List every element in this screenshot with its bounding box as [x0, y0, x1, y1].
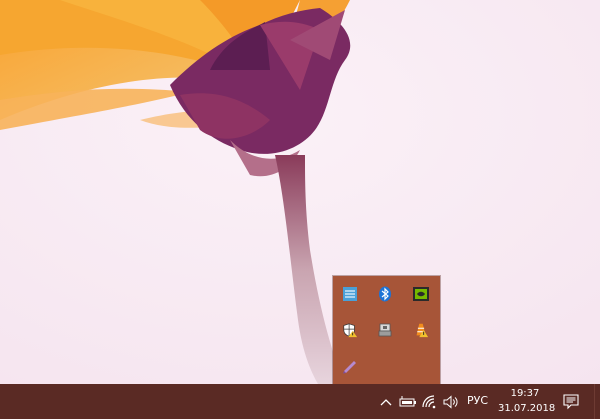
tray-overflow-panel: [333, 276, 440, 384]
clock-time: 19:37: [510, 388, 540, 399]
battery-icon[interactable]: [399, 393, 417, 411]
chevron-up-icon[interactable]: [377, 393, 395, 411]
action-center-icon[interactable]: [562, 392, 580, 410]
show-desktop-button[interactable]: [594, 384, 600, 419]
usb-device-icon[interactable]: [377, 322, 393, 338]
pen-icon[interactable]: [342, 358, 358, 374]
nvidia-icon[interactable]: [413, 286, 429, 302]
vlc-warning-icon[interactable]: [413, 322, 429, 338]
speaker-icon[interactable]: [442, 393, 460, 411]
language-indicator[interactable]: РУС: [467, 394, 488, 407]
taskbar: РУС 19:37 31.07.2018: [0, 384, 600, 419]
flower-wallpaper: [0, 0, 600, 384]
clock[interactable]: 19:37 31.07.2018: [498, 386, 556, 416]
defender-warning-icon[interactable]: [342, 322, 358, 338]
bluetooth-icon[interactable]: [377, 286, 393, 302]
clock-date: 31.07.2018: [498, 403, 556, 414]
wifi-icon[interactable]: [421, 393, 439, 411]
network-adapter-icon[interactable]: [342, 286, 358, 302]
desktop-wallpaper: [0, 0, 600, 384]
